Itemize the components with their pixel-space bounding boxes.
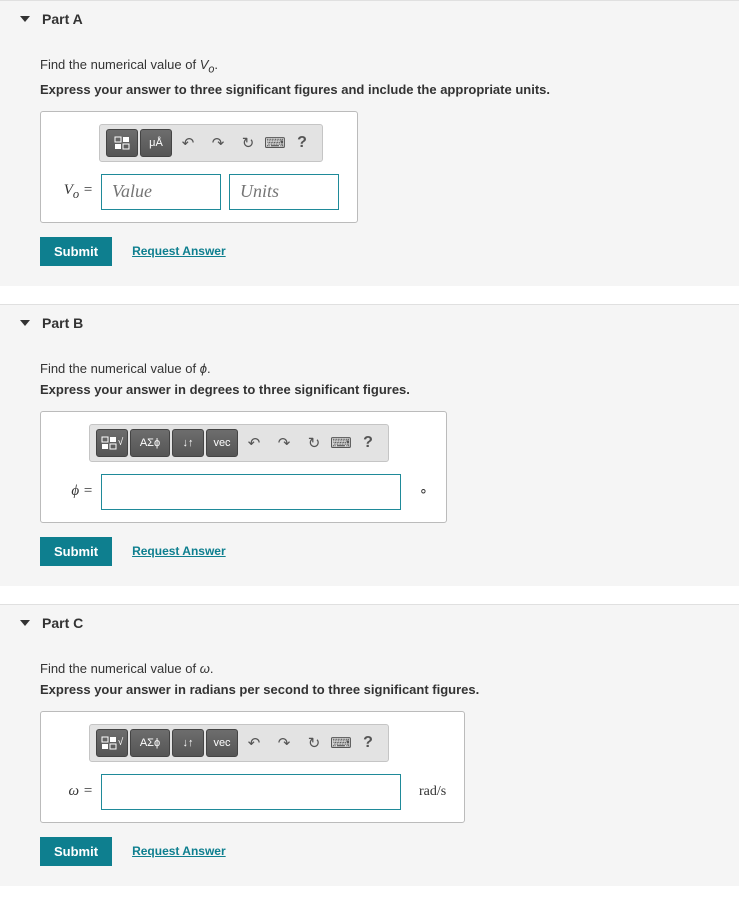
request-answer-link[interactable]: Request Answer bbox=[132, 244, 226, 258]
template-button[interactable] bbox=[106, 129, 138, 157]
caret-down-icon bbox=[20, 320, 30, 326]
units-button[interactable]: μÅ bbox=[140, 129, 172, 157]
caret-down-icon bbox=[20, 16, 30, 22]
subscript-button[interactable]: ↓↑ bbox=[172, 429, 204, 457]
part-title: Part A bbox=[42, 11, 83, 27]
greek-button[interactable]: ΑΣϕ bbox=[130, 729, 170, 757]
keyboard-icon[interactable]: ⌨ bbox=[264, 129, 286, 157]
part-title: Part C bbox=[42, 615, 83, 631]
actions-row: Submit Request Answer bbox=[40, 237, 699, 266]
part-header[interactable]: Part A bbox=[0, 1, 739, 37]
undo-icon[interactable]: ↶ bbox=[240, 429, 268, 457]
subscript-button[interactable]: ↓↑ bbox=[172, 729, 204, 757]
input-row: ϕ = ∘ bbox=[59, 474, 428, 510]
redo-icon[interactable]: ↷ bbox=[204, 129, 232, 157]
request-answer-link[interactable]: Request Answer bbox=[132, 844, 226, 858]
instruction-text: Express your answer in radians per secon… bbox=[40, 682, 699, 697]
vector-button[interactable]: vec bbox=[206, 729, 238, 757]
keyboard-icon[interactable]: ⌨ bbox=[330, 429, 352, 457]
part-title: Part B bbox=[42, 315, 83, 331]
submit-button[interactable]: Submit bbox=[40, 237, 112, 266]
unit-suffix: ∘ bbox=[419, 483, 428, 500]
prompt-text: Find the numerical value of Vo. bbox=[40, 57, 699, 76]
input-row: ω = rad/s bbox=[59, 774, 446, 810]
answer-box: μÅ ↶ ↷ ↻ ⌨ ? Vo = bbox=[40, 111, 358, 223]
prompt-text: Find the numerical value of ω. bbox=[40, 661, 699, 676]
vector-button[interactable]: vec bbox=[206, 429, 238, 457]
input-row: Vo = bbox=[59, 174, 339, 210]
variable-label: ϕ = bbox=[59, 483, 93, 500]
answer-box: √ ΑΣϕ ↓↑ vec ↶ ↷ ↻ ⌨ ? ϕ = ∘ bbox=[40, 411, 447, 523]
actions-row: Submit Request Answer bbox=[40, 537, 699, 566]
toolbar: μÅ ↶ ↷ ↻ ⌨ ? bbox=[99, 124, 323, 162]
template-button[interactable]: √ bbox=[96, 429, 128, 457]
variable-label: Vo = bbox=[59, 182, 93, 202]
reset-icon[interactable]: ↻ bbox=[300, 729, 328, 757]
toolbar: √ ΑΣϕ ↓↑ vec ↶ ↷ ↻ ⌨ ? bbox=[89, 724, 389, 762]
units-input[interactable] bbox=[229, 174, 339, 210]
value-input[interactable] bbox=[101, 174, 221, 210]
request-answer-link[interactable]: Request Answer bbox=[132, 544, 226, 558]
instruction-text: Express your answer to three significant… bbox=[40, 82, 699, 97]
part-2: Part C Find the numerical value of ω. Ex… bbox=[0, 604, 739, 886]
caret-down-icon bbox=[20, 620, 30, 626]
redo-icon[interactable]: ↷ bbox=[270, 729, 298, 757]
answer-box: √ ΑΣϕ ↓↑ vec ↶ ↷ ↻ ⌨ ? ω = rad/s bbox=[40, 711, 465, 823]
template-button[interactable]: √ bbox=[96, 729, 128, 757]
value-input[interactable] bbox=[101, 774, 401, 810]
part-body: Find the numerical value of ϕ. Express y… bbox=[0, 341, 739, 586]
instruction-text: Express your answer in degrees to three … bbox=[40, 382, 699, 397]
part-body: Find the numerical value of ω. Express y… bbox=[0, 641, 739, 886]
submit-button[interactable]: Submit bbox=[40, 537, 112, 566]
unit-suffix: rad/s bbox=[419, 784, 446, 800]
help-icon[interactable]: ? bbox=[288, 129, 316, 157]
prompt-text: Find the numerical value of ϕ. bbox=[40, 361, 699, 376]
reset-icon[interactable]: ↻ bbox=[300, 429, 328, 457]
variable-label: ω = bbox=[59, 783, 93, 800]
part-1: Part B Find the numerical value of ϕ. Ex… bbox=[0, 304, 739, 586]
greek-button[interactable]: ΑΣϕ bbox=[130, 429, 170, 457]
actions-row: Submit Request Answer bbox=[40, 837, 699, 866]
redo-icon[interactable]: ↷ bbox=[270, 429, 298, 457]
submit-button[interactable]: Submit bbox=[40, 837, 112, 866]
toolbar: √ ΑΣϕ ↓↑ vec ↶ ↷ ↻ ⌨ ? bbox=[89, 424, 389, 462]
part-header[interactable]: Part C bbox=[0, 605, 739, 641]
value-input[interactable] bbox=[101, 474, 401, 510]
help-icon[interactable]: ? bbox=[354, 429, 382, 457]
undo-icon[interactable]: ↶ bbox=[240, 729, 268, 757]
help-icon[interactable]: ? bbox=[354, 729, 382, 757]
keyboard-icon[interactable]: ⌨ bbox=[330, 729, 352, 757]
part-body: Find the numerical value of Vo. Express … bbox=[0, 37, 739, 286]
reset-icon[interactable]: ↻ bbox=[234, 129, 262, 157]
undo-icon[interactable]: ↶ bbox=[174, 129, 202, 157]
part-0: Part A Find the numerical value of Vo. E… bbox=[0, 0, 739, 286]
part-header[interactable]: Part B bbox=[0, 305, 739, 341]
